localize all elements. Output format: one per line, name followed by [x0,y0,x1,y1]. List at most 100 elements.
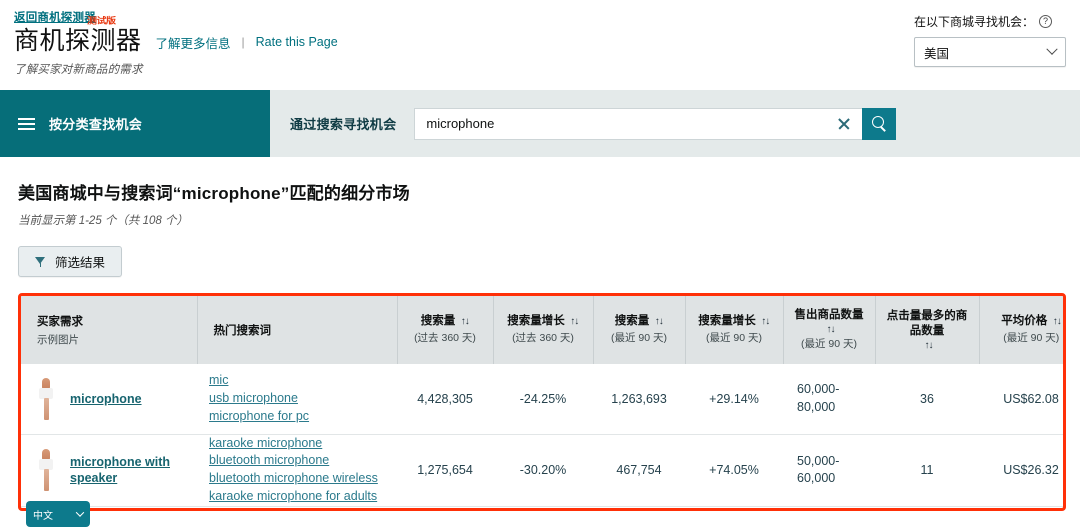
page-header: 返回商机探测器 商机探测器 测试版 了解更多信息 | Rate this Pag… [0,0,1080,90]
sort-icon[interactable]: ↑↓ [654,317,663,327]
column-header-search-volume-90[interactable]: 搜索量 ↑↓ (最近 90 天) [593,296,685,364]
cell-buyer-demand: microphone with speaker [21,434,197,506]
col-subtitle: 示例图片 [37,332,191,347]
search-term-link[interactable]: mic [209,372,391,390]
search-icon [872,116,887,131]
search-input[interactable] [426,116,834,131]
search-button[interactable] [862,108,896,140]
cell-top-search-terms: mic usb microphone microphone for pc [197,364,397,434]
column-header-top-clicked-products[interactable]: 点击量最多的商品数量 ↑↓ [875,296,979,364]
cell-search-growth-360: -24.25% [493,364,593,434]
cell-search-volume-90: 467,754 [593,434,685,506]
table-header-row: 买家需求 示例图片 热门搜索词 搜索量 ↑↓ (过去 360 天) [21,296,1066,364]
search-term-link[interactable]: microphone for pc [209,408,391,426]
microphone-thumbnail-icon [35,375,57,423]
navigation-bar: 按分类查找机会 通过搜索寻找机会 [0,90,1080,157]
app-title: 商机探测器 测试版 [14,27,142,56]
sort-icon[interactable]: ↑↓ [1052,317,1061,327]
col-title: 热门搜索词 [214,325,272,337]
table-row[interactable]: microphone mic usb microphone microphone… [21,364,1066,434]
filter-results-label: 筛选结果 [55,252,105,271]
search-term-link[interactable]: bluetooth microphone wireless [209,470,391,488]
language-selector-label: 中文 [33,507,53,522]
col-title: 点击量最多的商品数量 [882,309,973,339]
column-header-buyer-demand: 买家需求 示例图片 [21,296,197,364]
beta-badge: 测试版 [87,17,116,27]
col-subtitle: (过去 360 天) [512,332,574,346]
cell-search-growth-360: -30.20% [493,434,593,506]
col-title: 搜索量 [615,314,650,329]
col-title: 搜索量增长 [698,314,756,329]
cell-units-sold-90: 50,000-60,000 [783,434,875,506]
cell-search-volume-360: 4,428,305 [397,364,493,434]
col-subtitle: (最近 90 天) [706,332,762,346]
browse-by-category-button[interactable]: 按分类查找机会 [0,90,270,157]
app-title-text: 商机探测器 [14,27,142,55]
hamburger-menu-icon [18,118,35,130]
buyer-demand-link[interactable]: microphone with speaker [70,454,178,487]
cell-average-price: US$26.32 [979,434,1066,506]
sort-icon[interactable]: ↑↓ [924,341,933,351]
column-header-average-price[interactable]: 平均价格 ↑↓ (最近 90 天) [979,296,1066,364]
col-title: 平均价格 [1001,314,1047,329]
sort-icon[interactable]: ↑↓ [570,317,579,327]
marketplace-label-row: 在以下商城寻找机会： ? [914,13,1066,30]
col-title: 搜索量增长 [507,314,565,329]
col-subtitle: (最近 90 天) [801,338,857,352]
buyer-demand-link[interactable]: microphone [70,391,142,407]
results-title: 美国商城中与搜索词“microphone”匹配的细分市场 [18,179,1066,204]
cell-top-clicked-products: 11 [875,434,979,506]
cell-average-price: US$62.08 [979,364,1066,434]
cell-search-growth-90: +74.05% [685,434,783,506]
clear-icon[interactable] [834,114,854,134]
cell-top-search-terms: karaoke microphone bluetooth microphone … [197,434,397,506]
sort-icon[interactable]: ↑↓ [761,317,770,327]
cell-search-volume-90: 1,263,693 [593,364,685,434]
column-header-top-search-terms: 热门搜索词 [197,296,397,364]
results-section: 美国商城中与搜索词“microphone”匹配的细分市场 当前显示第 1-25 … [0,157,1080,277]
sort-icon[interactable]: ↑↓ [826,325,835,335]
filter-icon [35,257,46,267]
table-header: 买家需求 示例图片 热门搜索词 搜索量 ↑↓ (过去 360 天) [21,296,1066,364]
search-term-link[interactable]: usb microphone [209,390,391,408]
cell-search-volume-360: 1,275,654 [397,434,493,506]
search-field[interactable] [414,108,862,140]
search-term-link[interactable]: bluetooth microphone [209,452,391,470]
learn-more-link[interactable]: 了解更多信息 [156,33,231,52]
column-header-search-growth-360[interactable]: 搜索量增长 ↑↓ (过去 360 天) [493,296,593,364]
rate-this-page-link[interactable]: Rate this Page [256,35,338,49]
chevron-down-icon [76,508,84,516]
results-count: 当前显示第 1-25 个（共 108 个） [18,212,1066,228]
search-term-link[interactable]: karaoke microphone for adults [209,488,391,506]
search-wrapper [414,108,896,140]
search-area: 通过搜索寻找机会 [270,90,1080,157]
column-header-search-volume-360[interactable]: 搜索量 ↑↓ (过去 360 天) [397,296,493,364]
microphone-thumbnail-icon [35,446,57,494]
link-separator: | [242,35,245,49]
col-subtitle: (过去 360 天) [414,332,476,346]
marketplace-select-value: 美国 [924,43,949,62]
browse-by-category-label: 按分类查找机会 [49,114,142,133]
help-icon[interactable]: ? [1039,15,1052,28]
col-subtitle: (最近 90 天) [1003,332,1059,346]
results-table-highlight: 买家需求 示例图片 热门搜索词 搜索量 ↑↓ (过去 360 天) [18,293,1066,511]
cell-top-clicked-products: 36 [875,364,979,434]
filter-results-button[interactable]: 筛选结果 [18,246,122,277]
niche-results-table: 买家需求 示例图片 热门搜索词 搜索量 ↑↓ (过去 360 天) [21,296,1066,507]
back-to-opportunity-explorer-link[interactable]: 返回商机探测器 [14,9,96,25]
cell-search-growth-90: +29.14% [685,364,783,434]
col-subtitle: (最近 90 天) [611,332,667,346]
marketplace-label: 在以下商城寻找机会： [914,13,1034,30]
language-selector-widget[interactable]: 中文 [26,501,90,527]
marketplace-selector-group: 在以下商城寻找机会： ? 美国 [914,13,1066,67]
header-links: 了解更多信息 | Rate this Page [156,33,338,56]
search-term-link[interactable]: karaoke microphone [209,435,391,453]
column-header-units-sold-90[interactable]: 售出商品数量 ↑↓ (最近 90 天) [783,296,875,364]
col-title: 买家需求 [37,316,83,328]
marketplace-select[interactable]: 美国 [914,37,1066,67]
column-header-search-growth-90[interactable]: 搜索量增长 ↑↓ (最近 90 天) [685,296,783,364]
col-title: 搜索量 [421,314,456,329]
sort-icon[interactable]: ↑↓ [460,317,469,327]
table-row[interactable]: microphone with speaker karaoke micropho… [21,434,1066,506]
cell-buyer-demand: microphone [21,364,197,434]
